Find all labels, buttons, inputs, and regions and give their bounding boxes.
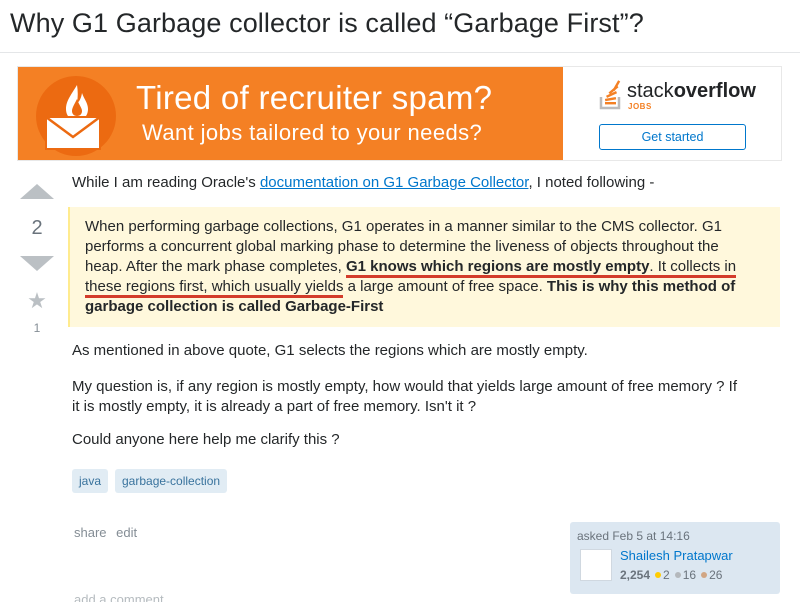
- share-link[interactable]: share: [74, 525, 107, 540]
- silver-badge-count: 16: [682, 568, 697, 582]
- quote-line: heap. After the mark phase completes, G1…: [85, 257, 766, 278]
- favorite-count: 1: [33, 321, 41, 335]
- quote-bold: garbage collection is called Garbage-Fir…: [85, 298, 384, 315]
- silver-badge-icon: [674, 572, 681, 579]
- paragraph-line: it is mostly empty, it is already a part…: [72, 398, 477, 415]
- owner-user-card: asked Feb 5 at 14:16 Shailesh Pratapwar …: [570, 522, 780, 594]
- quote-line: these regions first, which usually yield…: [85, 277, 766, 298]
- quote-text: heap. After the mark phase completes,: [85, 258, 346, 275]
- get-started-button[interactable]: Get started: [599, 124, 746, 150]
- post-paragraph: As mentioned in above quote, G1 selects …: [72, 342, 588, 359]
- post-intro: While I am reading Oracle's documentatio…: [72, 173, 784, 193]
- intro-text-before: While I am reading Oracle's: [72, 174, 260, 191]
- reputation-score: 2,254: [620, 568, 651, 582]
- post-paragraph: My question is, if any region is mostly …: [72, 377, 784, 417]
- post-menu: share edit: [74, 525, 143, 540]
- add-comment-link[interactable]: add a comment: [74, 592, 164, 602]
- favorite-star-icon[interactable]: ★: [20, 290, 54, 312]
- avatar[interactable]: [580, 549, 612, 581]
- stackoverflow-wordmark: stackoverflow: [627, 80, 756, 103]
- jobs-ad-banner[interactable]: Tired of recruiter spam? Want jobs tailo…: [17, 66, 782, 161]
- tag-java[interactable]: java: [72, 469, 109, 493]
- downvote-arrow-icon[interactable]: [20, 256, 54, 271]
- upvote-arrow-icon[interactable]: [20, 184, 54, 199]
- ad-orange-panel[interactable]: Tired of recruiter spam? Want jobs tailo…: [18, 67, 563, 160]
- post-paragraph: Could anyone here help me clarify this ?: [72, 431, 340, 448]
- wordmark-stack: stack: [627, 80, 674, 102]
- asked-timestamp: asked Feb 5 at 14:16: [577, 529, 690, 543]
- stack-icon: [599, 80, 621, 110]
- quote-text: a large amount of free space.: [343, 278, 547, 295]
- ad-subheadline: Want jobs tailored to your needs?: [142, 120, 483, 145]
- question-title[interactable]: Why G1 Garbage collector is called “Garb…: [10, 8, 644, 39]
- paragraph-line: My question is, if any region is mostly …: [72, 378, 738, 395]
- oracle-quote: When performing garbage collections, G1 …: [68, 207, 780, 327]
- wordmark-overflow: overflow: [673, 80, 756, 102]
- user-reputation: 2,254 2 16 26: [620, 568, 726, 582]
- tag-garbage-collection[interactable]: garbage-collection: [115, 469, 228, 493]
- quote-line: When performing garbage collections, G1 …: [85, 218, 722, 235]
- oracle-docs-link[interactable]: documentation on G1 Garbage Collector: [260, 174, 529, 191]
- intro-text-after: , I noted following -: [528, 174, 655, 191]
- bronze-badge-count: 26: [709, 568, 723, 582]
- quote-highlight-text: . It collects in: [649, 258, 737, 278]
- bronze-badge-icon: [701, 572, 708, 579]
- quote-bold: This is why this method of: [546, 278, 736, 295]
- user-name-link[interactable]: Shailesh Pratapwar: [620, 548, 733, 563]
- vote-count: 2: [31, 217, 43, 239]
- ad-headline: Tired of recruiter spam?: [136, 79, 493, 116]
- title-divider: [0, 52, 800, 53]
- gold-badge-icon: [655, 572, 662, 579]
- gold-badge-count: 2: [663, 568, 670, 582]
- ad-cta-panel: stackoverflow JOBS Get started: [563, 67, 781, 160]
- jobs-label: JOBS: [628, 102, 652, 111]
- quote-highlight-text: these regions first, which usually yield…: [85, 278, 344, 298]
- quote-line: performs a concurrent global marking pha…: [85, 238, 719, 255]
- quote-line: garbage collection is called Garbage-Fir…: [85, 297, 766, 317]
- quote-highlight-bold: G1 knows which regions are mostly empty: [345, 258, 650, 278]
- edit-link[interactable]: edit: [116, 525, 137, 540]
- flame-envelope-icon: [45, 85, 101, 150]
